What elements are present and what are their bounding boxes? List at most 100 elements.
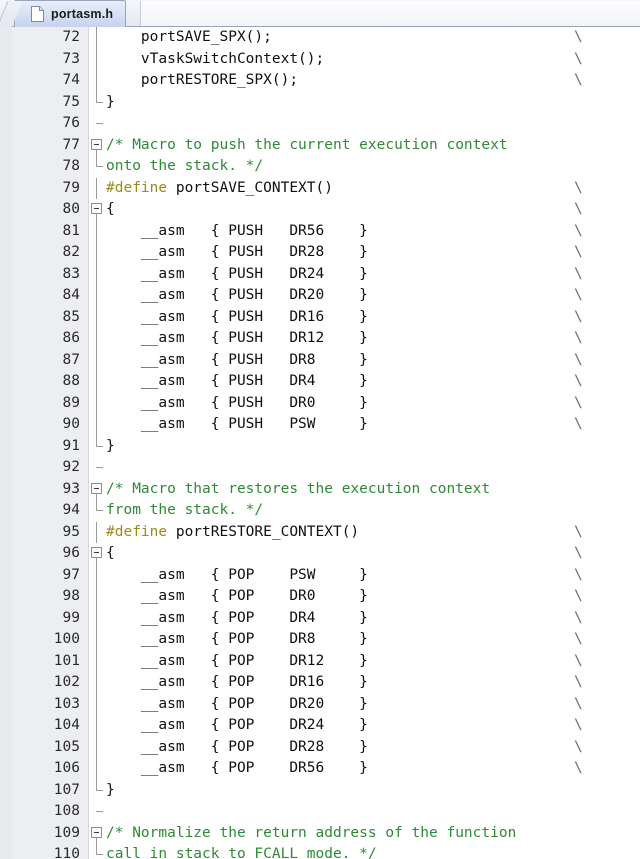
code-line[interactable]: 96 {\ [0, 543, 640, 565]
code-line[interactable]: 88 __asm { PUSH DR4 } \ [0, 371, 640, 393]
line-continuation-backslash: \ [574, 394, 583, 411]
fold-marker [89, 758, 105, 780]
code-token: __asm { PUSH DR28 } [106, 244, 368, 260]
line-number: 90 [62, 416, 80, 432]
code-text: __asm { PUSH PSW } [106, 414, 368, 436]
fold-marker[interactable] [89, 823, 105, 844]
code-line[interactable]: 98 __asm { POP DR0 } \ [0, 586, 640, 608]
code-line[interactable]: 73 vTaskSwitchContext(); \ [0, 48, 640, 70]
code-editor-window: portasm.h 72 portSAVE_SPX(); \ 73 vTaskSwi… [0, 0, 640, 859]
code-line[interactable]: 95 #define portRESTORE_CONTEXT() \ [0, 521, 640, 543]
editor-tab-strip: portasm.h [0, 0, 640, 27]
code-line[interactable]: 110 call in stack to FCALL mode. */ [0, 844, 640, 859]
fold-marker [89, 349, 105, 371]
code-text: __asm { POP DR4 } [106, 608, 368, 630]
code-text: __asm { PUSH DR24 } [106, 264, 368, 286]
code-line[interactable]: 87 __asm { PUSH DR8 } \ [0, 349, 640, 371]
code-line[interactable]: 80 {\ [0, 199, 640, 221]
code-line[interactable]: 104 __asm { POP DR24 } \ [0, 715, 640, 737]
fold-marker [89, 736, 105, 758]
code-text: __asm { POP PSW } [106, 565, 368, 587]
line-number: 88 [62, 373, 80, 389]
fold-marker [89, 500, 105, 522]
line-continuation-backslash: \ [574, 695, 583, 712]
editor-body[interactable]: 72 portSAVE_SPX(); \ 73 vTaskSwitchContext… [0, 27, 640, 859]
line-number: 109 [53, 824, 80, 841]
code-line[interactable]: 72 portSAVE_SPX(); \ [0, 27, 640, 49]
code-line[interactable]: 82 __asm { PUSH DR28 } \ [0, 242, 640, 264]
code-line[interactable]: 100 __asm { POP DR8 } \ [0, 629, 640, 651]
line-number: 87 [62, 351, 80, 368]
code-token: portRESTORE_SPX(); [106, 72, 299, 88]
line-number: 79 [62, 179, 80, 196]
line-number: 105 [53, 738, 80, 755]
line-number: 72 [62, 29, 80, 45]
fold-marker [89, 672, 105, 694]
fold-marker[interactable] [89, 135, 105, 156]
code-line[interactable]: 85 __asm { PUSH DR16 } \ [0, 306, 640, 329]
code-text: /* Macro to push the current execution c… [106, 135, 508, 157]
code-line[interactable]: 108 [0, 801, 640, 823]
line-number: 97 [62, 566, 80, 583]
code-text: } [106, 92, 115, 114]
code-line[interactable]: 103 __asm { POP DR20 } \ [0, 693, 640, 715]
code-line[interactable]: 93 /* Macro that restores the execution c… [0, 479, 640, 501]
line-number: 94 [62, 502, 80, 518]
code-line[interactable]: 107} [0, 779, 640, 802]
code-line[interactable]: 74 portRESTORE_SPX(); \ [0, 70, 640, 92]
code-line[interactable]: 106 __asm { POP DR56 } \ [0, 758, 640, 780]
line-continuation-backslash: \ [574, 523, 583, 540]
fold-marker [89, 113, 105, 135]
line-number: 84 [62, 287, 80, 303]
line-number: 101 [53, 652, 80, 669]
code-text: __asm { PUSH DR16 } [106, 307, 368, 329]
fold-marker[interactable] [89, 543, 105, 565]
line-number: 76 [62, 115, 80, 131]
line-number: 100 [53, 631, 80, 647]
code-line[interactable]: 102 __asm { POP DR16 } \ [0, 672, 640, 694]
code-token: __asm { PUSH DR56 } [106, 222, 368, 239]
code-line[interactable]: 94 from the stack. */ [0, 500, 640, 522]
tab-portasm-h[interactable]: portasm.h [14, 0, 127, 27]
code-line[interactable]: 92 [0, 457, 640, 479]
code-text: __asm { POP DR12 } [106, 651, 368, 673]
fold-marker[interactable] [89, 199, 105, 221]
code-line[interactable]: 84 __asm { PUSH DR20 } \ [0, 285, 640, 307]
fold-marker [89, 263, 105, 285]
comment-token: call in stack to FCALL mode. */ [106, 846, 377, 859]
code-line[interactable]: 89 __asm { PUSH DR0 } \ [0, 392, 640, 414]
code-line[interactable]: 83 __asm { PUSH DR24 } \ [0, 263, 640, 286]
line-number: 99 [62, 609, 80, 626]
code-line[interactable]: 97 __asm { POP PSW } \ [0, 564, 640, 587]
document-icon [31, 6, 44, 22]
code-line[interactable]: 109 /* Normalize the return address of th… [0, 823, 640, 844]
code-line[interactable]: 105 __asm { POP DR28 } \ [0, 736, 640, 758]
code-token: } [106, 93, 115, 110]
line-number: 78 [62, 158, 80, 174]
line-continuation-backslash: \ [574, 631, 583, 647]
code-line[interactable]: 101 __asm { POP DR12 } \ [0, 650, 640, 673]
code-token: __asm { POP DR24 } [106, 717, 368, 733]
code-text: /* Macro that restores the execution con… [106, 479, 490, 501]
code-line[interactable]: 81 __asm { PUSH DR56 } \ [0, 220, 640, 242]
code-line[interactable]: 90 __asm { PUSH PSW } \ [0, 414, 640, 436]
fold-marker [89, 650, 105, 672]
fold-marker[interactable] [89, 479, 105, 500]
fold-marker [89, 392, 105, 414]
line-continuation-backslash: \ [574, 545, 583, 561]
fold-marker [89, 586, 105, 608]
code-line[interactable]: 76 [0, 113, 640, 135]
line-number: 89 [62, 394, 80, 411]
fold-marker [89, 844, 105, 859]
line-number: 95 [62, 523, 80, 540]
code-line[interactable]: 86 __asm { PUSH DR12 } \ [0, 328, 640, 350]
code-line[interactable]: 75} [0, 91, 640, 114]
code-token: __asm { PUSH DR8 } [106, 351, 368, 368]
code-line[interactable]: 78 onto the stack. */ [0, 156, 640, 178]
code-line[interactable]: 99 __asm { POP DR4 } \ [0, 607, 640, 630]
code-line[interactable]: 77 /* Macro to push the current execution… [0, 135, 640, 157]
line-number: 85 [62, 308, 80, 325]
code-line[interactable]: 79 #define portSAVE_CONTEXT() \ [0, 177, 640, 199]
code-line[interactable]: 91} [0, 435, 640, 458]
fold-marker [89, 779, 105, 802]
